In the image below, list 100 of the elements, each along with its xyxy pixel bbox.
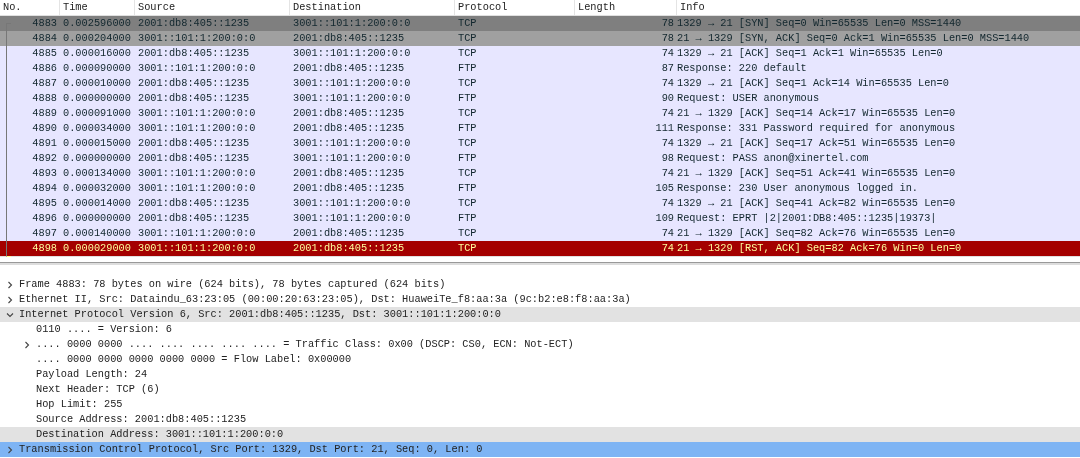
table-cell-text: 3001::101:1:200:0:0 — [137, 181, 257, 196]
packet-row[interactable]: 4894 0.000032000 3001::101:1:200:0:0 2001:db8:405::1235 FTP 105 Response: 230 User anonymous logged in. — [0, 181, 1080, 196]
tree-item[interactable]: Frame 4883: 78 bytes on wire (624 bits), 78 bytes captured (624 bits) — [0, 277, 1080, 292]
column-header[interactable]: Protocol — [455, 0, 575, 15]
table-cell-text: 4894 — [31, 181, 58, 196]
tree-item-label: .... 0000 0000 .... .... .... .... .... = Traffic Class: 0x00 (DSCP: CS0, ECN: Not-ECT) — [36, 337, 574, 352]
table-cell-text: 90 — [660, 91, 675, 106]
table-cell-text: 0.000091000 — [62, 106, 132, 121]
table-cell-text: TCP — [457, 76, 478, 91]
table-cell-text: 4895 — [31, 196, 58, 211]
tree-item[interactable]: .... 0000 0000 .... .... .... .... .... = Traffic Class: 0x00 (DSCP: CS0, ECN: Not-ECT) — [0, 337, 1080, 352]
packet-row[interactable]: 4884 0.000204000 3001::101:1:200:0:0 2001:db8:405::1235 TCP 78 21 → 1329 [SYN, ACK] Seq=0 Ack=1 Win=65535 Len=0 MSS=1440 — [0, 31, 1080, 46]
packet-row[interactable]: 4885 0.000016000 2001:db8:405::1235 3001::101:1:200:0:0 TCP 74 1329 → 21 [ACK] Seq=1 Ack=1 Win=65535 Len=0 — [0, 46, 1080, 61]
table-cell-text: 2001:db8:405::1235 — [137, 91, 251, 106]
tree-item-label: Destination Address: 3001::101:1:200:0:0 — [36, 427, 284, 442]
table-cell-text: Response: 220 default — [677, 61, 808, 76]
packet-row[interactable]: 4898 0.000029000 3001::101:1:200:0:0 2001:db8:405::1235 TCP 74 21 → 1329 [RST, ACK] Seq=82 Ack=76 Win=0 Len=0 — [0, 241, 1080, 256]
table-cell-text: 2001:db8:405::1235 — [292, 166, 406, 181]
packet-row[interactable]: 4886 0.000090000 3001::101:1:200:0:0 2001:db8:405::1235 FTP 87 Response: 220 default — [0, 61, 1080, 76]
table-cell-text: 0.000090000 — [62, 61, 132, 76]
table-cell-text: Response: 230 User anonymous logged in. — [677, 181, 919, 196]
tree-item-label: Internet Protocol Version 6, Src: 2001:db8:405::1235, Dst: 3001::101:1:200:0:0 — [19, 307, 501, 322]
table-cell-text: 74 — [660, 106, 675, 121]
tree-item[interactable]: Destination Address: 3001::101:1:200:0:0 — [0, 427, 1080, 442]
packet-row[interactable]: 4889 0.000091000 3001::101:1:200:0:0 2001:db8:405::1235 TCP 74 21 → 1329 [ACK] Seq=14 Ack=17 Win=65535 Len=0 — [0, 106, 1080, 121]
table-cell-text: 74 — [660, 76, 675, 91]
tree-item[interactable]: Ethernet II, Src: Dataindu_63:23:05 (00:00:20:63:23:05), Dst: HuaweiTe_f8:aa:3a (9c:b2:e8:f8:aa:3a) — [0, 292, 1080, 307]
chevron-right-icon[interactable] — [5, 295, 14, 304]
packet-row[interactable]: 4897 0.000140000 3001::101:1:200:0:0 2001:db8:405::1235 TCP 74 21 → 1329 [ACK] Seq=82 Ack=76 Win=65535 Len=0 — [0, 226, 1080, 241]
column-header[interactable]: No. — [0, 0, 60, 15]
table-cell-text: FTP — [457, 121, 478, 136]
tree-item[interactable]: .... 0000 0000 0000 0000 0000 = Flow Label: 0x00000 — [0, 352, 1080, 367]
packet-row[interactable]: 4891 0.000015000 2001:db8:405::1235 3001::101:1:200:0:0 TCP 74 1329 → 21 [ACK] Seq=17 Ack=51 Win=65535 Len=0 — [0, 136, 1080, 151]
table-cell-text: 2001:db8:405::1235 — [137, 211, 251, 226]
column-header[interactable]: Info — [677, 0, 1080, 15]
table-cell-text: TCP — [457, 16, 478, 31]
table-cell-text: TCP — [457, 136, 478, 151]
packet-row[interactable]: 4896 0.000000000 2001:db8:405::1235 3001::101:1:200:0:0 FTP 109 Request: EPRT |2|2001:DB8:405::1235|19373| — [0, 211, 1080, 226]
tree-item[interactable]: Next Header: TCP (6) — [0, 382, 1080, 397]
table-cell-text: 0.000014000 — [62, 196, 132, 211]
table-cell-text: 1329 → 21 [ACK] Seq=1 Ack=14 Win=65535 Len=0 — [677, 76, 950, 91]
table-cell-text: 1329 → 21 [ACK] Seq=41 Ack=82 Win=65535 Len=0 — [677, 196, 957, 211]
tree-item-label: Ethernet II, Src: Dataindu_63:23:05 (00:00:20:63:23:05), Dst: HuaweiTe_f8:aa:3a (9c:b2:e8:f8:aa:3a) — [19, 292, 631, 307]
tree-item-label: Transmission Control Protocol, Src Port: 1329, Dst Port: 21, Seq: 0, Len: 0 — [19, 442, 483, 457]
chevron-right-icon[interactable] — [22, 340, 31, 349]
chevron-down-icon[interactable] — [5, 310, 14, 319]
table-cell-text: 78 — [660, 31, 675, 46]
table-cell-text: 2001:db8:405::1235 — [292, 31, 406, 46]
table-cell-text: 3001::101:1:200:0:0 — [137, 226, 257, 241]
table-cell-text: 3001::101:1:200:0:0 — [292, 91, 412, 106]
table-cell-text: 0.000134000 — [62, 166, 132, 181]
tree-item-label: Source Address: 2001:db8:405::1235 — [36, 412, 247, 427]
packet-row[interactable]: 4893 0.000134000 3001::101:1:200:0:0 2001:db8:405::1235 TCP 74 21 → 1329 [ACK] Seq=51 Ack=41 Win=65535 Len=0 — [0, 166, 1080, 181]
table-cell-text: 3001::101:1:200:0:0 — [292, 136, 412, 151]
table-cell-text: FTP — [457, 61, 478, 76]
chevron-right-icon[interactable] — [5, 445, 14, 454]
table-cell-text: 74 — [660, 196, 675, 211]
table-cell-text: 4893 — [31, 166, 58, 181]
table-cell-text: TCP — [457, 106, 478, 121]
column-header[interactable]: Destination — [290, 0, 455, 15]
table-cell-text: Request: USER anonymous — [677, 91, 821, 106]
chevron-right-icon[interactable] — [5, 280, 14, 289]
tree-item[interactable]: Hop Limit: 255 — [0, 397, 1080, 412]
tree-item[interactable]: Source Address: 2001:db8:405::1235 — [0, 412, 1080, 427]
packet-row[interactable]: 4892 0.000000000 2001:db8:405::1235 3001::101:1:200:0:0 FTP 98 Request: PASS anon@xinertel.com — [0, 151, 1080, 166]
table-cell-text: 4888 — [31, 91, 58, 106]
table-cell-text: Request: PASS anon@xinertel.com — [677, 151, 870, 166]
column-header[interactable]: Time — [60, 0, 135, 15]
tree-item[interactable]: Transmission Control Protocol, Src Port: 1329, Dst Port: 21, Seq: 0, Len: 0 — [0, 442, 1080, 457]
packet-row[interactable]: 4887 0.000010000 2001:db8:405::1235 3001::101:1:200:0:0 TCP 74 1329 → 21 [ACK] Seq=1 Ack=14 Win=65535 Len=0 — [0, 76, 1080, 91]
table-cell-text: 3001::101:1:200:0:0 — [292, 211, 412, 226]
table-cell-text: 3001::101:1:200:0:0 — [292, 76, 412, 91]
table-cell-text: 21 → 1329 [RST, ACK] Seq=82 Ack=76 Win=0 Len=0 — [677, 241, 963, 256]
table-cell-text: 2001:db8:405::1235 — [292, 181, 406, 196]
table-cell-text: 0.000204000 — [62, 31, 132, 46]
packet-row[interactable]: 4888 0.000000000 2001:db8:405::1235 3001::101:1:200:0:0 FTP 90 Request: USER anonymous — [0, 91, 1080, 106]
tree-item-label: Next Header: TCP (6) — [36, 382, 160, 397]
table-cell-text: 4883 — [31, 16, 58, 31]
packet-row[interactable]: 4895 0.000014000 2001:db8:405::1235 3001::101:1:200:0:0 TCP 74 1329 → 21 [ACK] Seq=41 Ack=82 Win=65535 Len=0 — [0, 196, 1080, 211]
table-cell-text: FTP — [457, 151, 478, 166]
tree-item[interactable]: Payload Length: 24 — [0, 367, 1080, 382]
table-cell-text: 4887 — [31, 76, 58, 91]
table-cell-text: 4886 — [31, 61, 58, 76]
table-cell-text: 109 — [654, 211, 675, 226]
table-cell-text: 4885 — [31, 46, 58, 61]
table-cell-text: 74 — [660, 226, 675, 241]
table-cell-text: 0.000140000 — [62, 226, 132, 241]
packet-row[interactable]: 4890 0.000034000 3001::101:1:200:0:0 2001:db8:405::1235 FTP 111 Response: 331 Password required for anonymous — [0, 121, 1080, 136]
table-cell-text: 4889 — [31, 106, 58, 121]
table-cell-text: 1329 → 21 [ACK] Seq=17 Ack=51 Win=65535 Len=0 — [677, 136, 957, 151]
table-cell-text: 0.000000000 — [62, 91, 132, 106]
column-header[interactable]: Length — [575, 0, 677, 15]
column-header[interactable]: Source — [135, 0, 290, 15]
table-cell-text: 0.000000000 — [62, 151, 132, 166]
tree-item-label: Payload Length: 24 — [36, 367, 148, 382]
tree-item[interactable]: 0110 .... = Version: 6 — [0, 322, 1080, 337]
table-cell-text: TCP — [457, 31, 478, 46]
tree-item[interactable]: Internet Protocol Version 6, Src: 2001:db8:405::1235, Dst: 3001::101:1:200:0:0 — [0, 307, 1080, 322]
table-cell-text: Request: EPRT |2|2001:DB8:405::1235|19373| — [677, 211, 938, 226]
packet-row[interactable]: 4883 0.002596000 2001:db8:405::1235 3001::101:1:200:0:0 TCP 78 1329 → 21 [SYN] Seq=0 Win=65535 Len=0 MSS=1440 — [0, 16, 1080, 31]
